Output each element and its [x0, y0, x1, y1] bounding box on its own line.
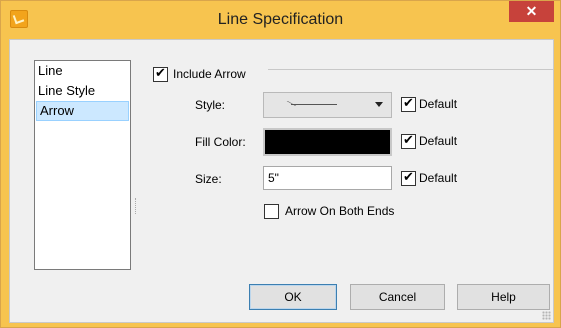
style-default-checkbox[interactable]: ✔	[401, 95, 416, 112]
fill-color-swatch[interactable]	[263, 128, 392, 156]
both-ends-label: Arrow On Both Ends	[285, 204, 395, 218]
include-arrow-checkbox[interactable]: ✔	[153, 65, 168, 82]
cancel-button[interactable]: Cancel	[350, 284, 445, 310]
category-list[interactable]: Line Line Style Arrow	[34, 60, 131, 270]
resize-grip[interactable]	[542, 311, 551, 320]
size-label: Size:	[195, 172, 222, 186]
list-item-arrow[interactable]: Arrow	[36, 101, 129, 121]
checkmark-icon: ✔	[403, 132, 414, 147]
checkmark-icon: ✔	[403, 169, 414, 184]
fill-default-checkbox[interactable]: ✔	[401, 132, 416, 149]
size-input[interactable]: 5"	[263, 166, 392, 190]
arrow-line-icon	[291, 104, 337, 105]
title-bar[interactable]: Line Specification ✕	[1, 1, 560, 39]
chevron-down-icon	[375, 102, 383, 107]
list-item-line[interactable]: Line	[35, 61, 130, 81]
list-item-line-style[interactable]: Line Style	[35, 81, 130, 101]
size-default-checkbox[interactable]: ✔	[401, 169, 416, 186]
splitter-handle[interactable]	[135, 198, 138, 214]
checkmark-icon: ✔	[403, 95, 414, 110]
dialog-window: Line Specification ✕ Line Line Style Arr…	[0, 0, 561, 328]
window-title: Line Specification	[217, 11, 344, 28]
fill-default-label: Default	[419, 134, 458, 148]
include-arrow-label: Include Arrow	[173, 67, 246, 81]
ok-button[interactable]: OK	[249, 284, 337, 310]
style-label: Style:	[195, 98, 226, 112]
help-button[interactable]: Help	[457, 284, 550, 310]
size-default-label: Default	[419, 171, 458, 185]
style-default-label: Default	[419, 97, 458, 111]
arrow-style-dropdown[interactable]	[263, 92, 392, 118]
checkmark-icon: ✔	[155, 65, 166, 80]
both-ends-checkbox[interactable]	[264, 204, 279, 219]
group-divider	[268, 69, 553, 70]
close-button[interactable]: ✕	[509, 1, 554, 22]
dialog-body: Line Line Style Arrow ✔ Include Arrow St…	[9, 39, 554, 323]
fill-color-label: Fill Color:	[195, 135, 246, 149]
